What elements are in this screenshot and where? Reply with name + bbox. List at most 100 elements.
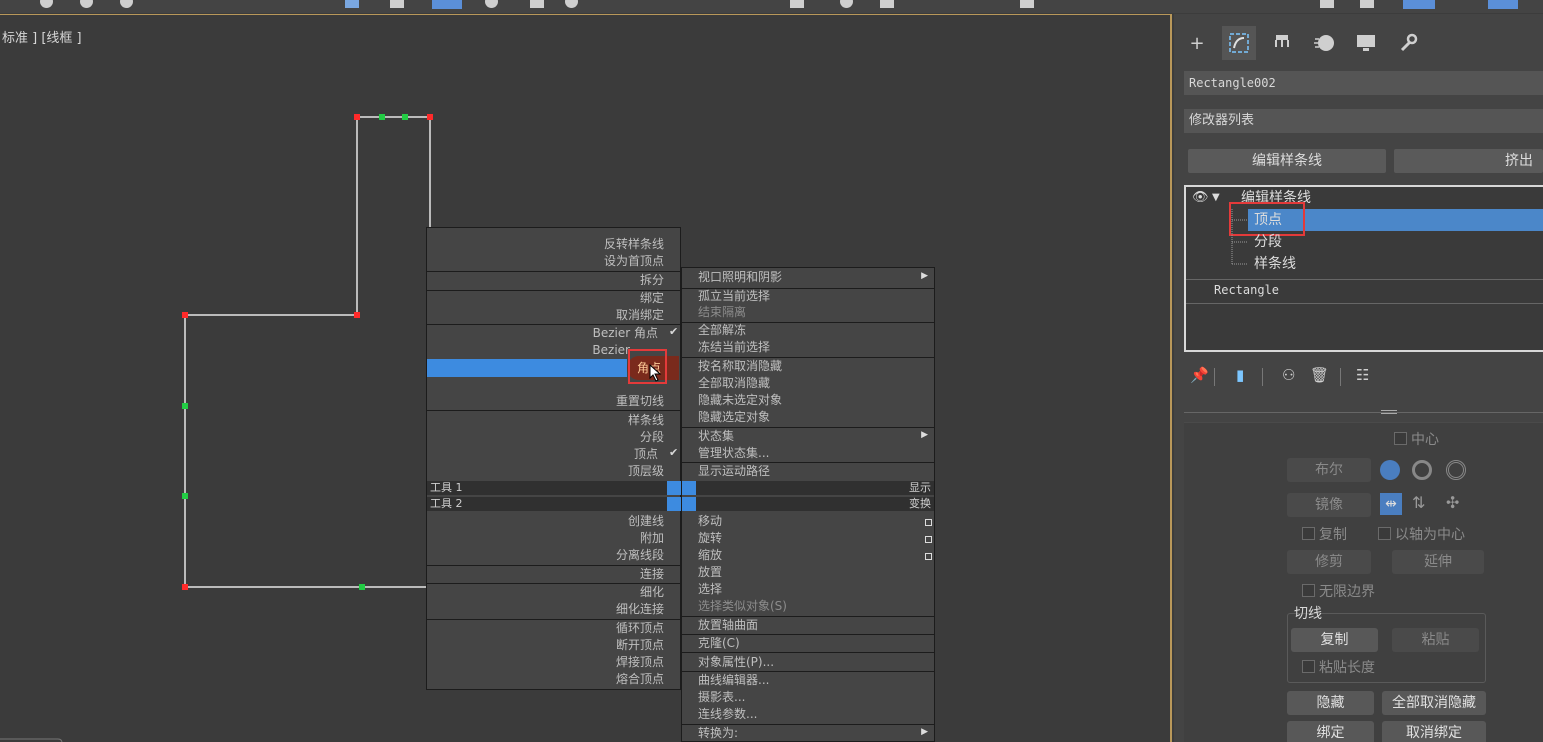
menu-item-unbind[interactable]: 取消绑定 <box>616 307 664 323</box>
toolbar-icon[interactable] <box>40 0 53 8</box>
paste-length-checkbox[interactable]: 粘贴长度 <box>1302 657 1375 677</box>
menu-item-display-trajectory[interactable]: 显示运动路径 <box>698 463 770 479</box>
menu-item-scale[interactable]: 缩放 <box>698 547 722 563</box>
toolbar-icon[interactable] <box>840 0 853 8</box>
quad-label-transform[interactable]: 变换 <box>682 497 934 511</box>
tab-display[interactable] <box>1349 26 1383 60</box>
mirror-horizontal-icon[interactable]: ⇹ <box>1380 493 1402 515</box>
toolbar-icon[interactable] <box>530 0 544 8</box>
show-end-result-icon[interactable]: ▮ <box>1236 366 1244 384</box>
toolbar-icon[interactable] <box>1488 0 1518 9</box>
modifier-list-dropdown[interactable]: 修改器列表 <box>1184 109 1543 133</box>
menu-item-bezier-corner[interactable]: Bezier 角点 <box>593 325 658 341</box>
menu-item-refine-connect[interactable]: 细化连接 <box>616 601 664 617</box>
eye-icon[interactable]: 👁 <box>1192 187 1209 209</box>
menu-item-bind[interactable]: 绑定 <box>640 290 664 306</box>
menu-item-wire-parameters[interactable]: 连线参数... <box>698 706 757 722</box>
tab-hierarchy[interactable] <box>1265 26 1299 60</box>
tab-create[interactable]: + <box>1180 26 1214 60</box>
menu-item-hide-unselected[interactable]: 隐藏未选定对象 <box>698 392 782 408</box>
toolbar-icon[interactable] <box>565 0 578 8</box>
pin-icon[interactable]: 📌 <box>1190 366 1209 384</box>
tab-modify[interactable] <box>1222 26 1256 60</box>
menu-item-unhide-all[interactable]: 全部取消隐藏 <box>698 375 770 391</box>
menu-item-state-sets[interactable]: 状态集 <box>698 428 734 444</box>
configure-modifier-sets-icon[interactable]: ☷ <box>1356 366 1369 384</box>
select-tool-icon[interactable] <box>432 0 462 9</box>
make-unique-icon[interactable]: ⚇ <box>1282 366 1295 384</box>
toolbar-icon[interactable] <box>1320 0 1334 8</box>
menu-item-manage-state-sets[interactable]: 管理状态集... <box>698 445 769 461</box>
tab-utilities[interactable] <box>1391 26 1425 60</box>
menu-item-vertex[interactable]: 顶点 <box>634 446 658 462</box>
menu-item-place-pivot[interactable]: 放置轴曲面 <box>698 617 758 633</box>
menu-item-unfreeze-all[interactable]: 全部解冻 <box>698 322 746 338</box>
menu-item-end-isolate[interactable]: 结束隔离 <box>698 304 746 320</box>
menu-item-place[interactable]: 放置 <box>698 564 722 580</box>
quad-selector-icon[interactable] <box>682 497 696 511</box>
menu-item-break-vertex[interactable]: 断开顶点 <box>616 637 664 653</box>
menu-item-fuse-vertex[interactable]: 熔合顶点 <box>616 671 664 687</box>
subtract-icon[interactable] <box>1412 460 1432 480</box>
mirror-button[interactable]: 镜像 <box>1287 493 1371 517</box>
menu-item-viewport-lighting[interactable]: 视口照明和阴影 <box>698 269 782 285</box>
menu-item-freeze-selection[interactable]: 冻结当前选择 <box>698 339 770 355</box>
rollout-grip-icon[interactable] <box>1381 410 1397 414</box>
object-name-field[interactable]: Rectangle002 <box>1184 71 1543 95</box>
extrude-button[interactable]: 挤出 <box>1394 149 1543 173</box>
tangent-copy-button[interactable]: 复制 <box>1291 628 1378 652</box>
spline-vertex[interactable] <box>182 584 188 590</box>
menu-item-top-level[interactable]: 顶层级 <box>628 463 664 479</box>
menu-item-reset-tangents[interactable]: 重置切线 <box>616 393 664 409</box>
spline-vertex[interactable] <box>354 312 360 318</box>
menu-item-isolate[interactable]: 孤立当前选择 <box>698 288 770 304</box>
quad-label-display[interactable]: 显示 <box>682 481 934 495</box>
union-icon[interactable] <box>1380 460 1400 480</box>
expand-arrow-icon[interactable]: ▼ <box>1212 187 1220 209</box>
menu-item-reverse-spline[interactable]: 反转样条线 <box>604 236 664 252</box>
vertex-handle[interactable] <box>402 114 408 120</box>
stack-item-base-object[interactable]: Rectangle <box>1186 279 1543 301</box>
unbind-button[interactable]: 取消绑定 <box>1382 721 1486 742</box>
menu-item-weld-vertex[interactable]: 焊接顶点 <box>616 654 664 670</box>
toolbar-icon[interactable] <box>485 0 498 8</box>
spline-vertex[interactable] <box>182 312 188 318</box>
menu-item-move[interactable]: 移动 <box>698 513 722 529</box>
menu-item-dope-sheet[interactable]: 摄影表... <box>698 689 745 705</box>
quad-label-tools1[interactable]: 工具 1 <box>427 481 680 495</box>
trim-button[interactable]: 修剪 <box>1287 550 1371 574</box>
menu-item-divide[interactable]: 拆分 <box>640 272 664 288</box>
infinite-bounds-checkbox[interactable]: 无限边界 <box>1302 581 1375 601</box>
quad-selector-icon[interactable] <box>667 497 681 511</box>
vertex-handle[interactable] <box>379 114 385 120</box>
intersect-icon[interactable] <box>1446 460 1466 480</box>
menu-item-make-first[interactable]: 设为首顶点 <box>604 253 664 269</box>
menu-item-select-similar[interactable]: 选择类似对象(S) <box>698 598 787 614</box>
vertex-handle[interactable] <box>359 584 365 590</box>
menu-item-connect[interactable]: 连接 <box>640 566 664 582</box>
toolbar-icon[interactable] <box>1020 0 1034 8</box>
spline-vertex[interactable] <box>354 114 360 120</box>
vertex-handle[interactable] <box>182 493 188 499</box>
toolbar-icon[interactable] <box>1360 0 1374 8</box>
toolbar-icon[interactable] <box>880 0 894 8</box>
center-checkbox[interactable]: 中心 <box>1394 429 1439 449</box>
menu-item-curve-editor[interactable]: 曲线编辑器... <box>698 672 769 688</box>
quad-selector-icon[interactable] <box>667 481 681 495</box>
menu-item-refine[interactable]: 细化 <box>640 584 664 600</box>
edit-spline-button[interactable]: 编辑样条线 <box>1188 149 1386 173</box>
toolbar-icon[interactable] <box>390 0 404 8</box>
unhide-all-button[interactable]: 全部取消隐藏 <box>1382 691 1486 715</box>
menu-item-spline[interactable]: 样条线 <box>628 412 664 428</box>
spline-vertex[interactable] <box>427 114 433 120</box>
menu-item-clone[interactable]: 克隆(C) <box>698 635 740 651</box>
toolbar-icon[interactable] <box>790 0 804 8</box>
tab-motion[interactable] <box>1307 26 1341 60</box>
toolbar-icon[interactable] <box>120 0 133 8</box>
settings-box-icon[interactable] <box>925 519 932 526</box>
menu-item-create-line[interactable]: 创建线 <box>628 513 664 529</box>
menu-item-convert-to[interactable]: 转换为: <box>698 725 738 741</box>
bind-button[interactable]: 绑定 <box>1287 721 1374 742</box>
tangent-paste-button[interactable]: 粘贴 <box>1392 628 1479 652</box>
toolbar-icon[interactable] <box>345 0 359 8</box>
